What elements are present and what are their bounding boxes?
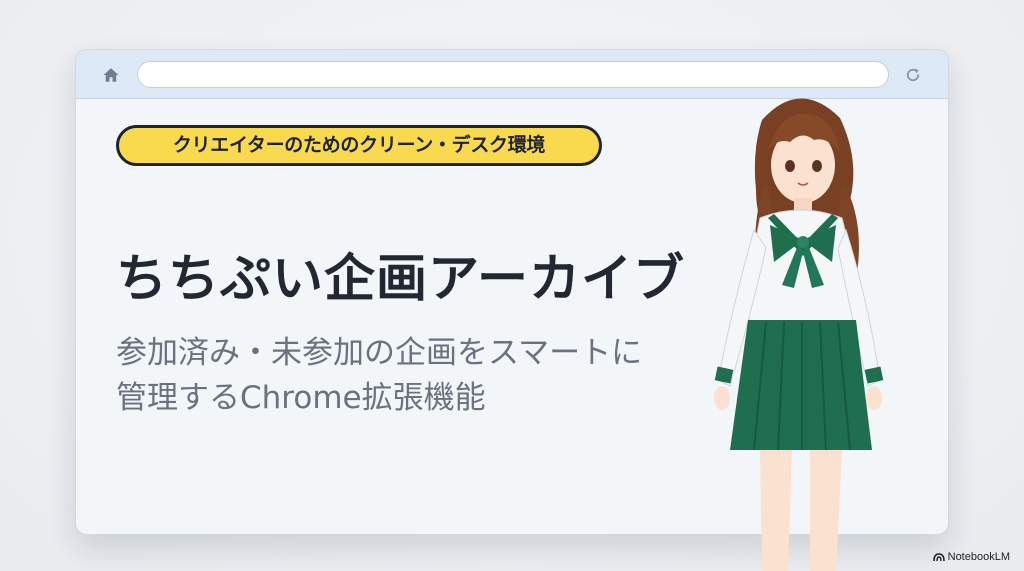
home-icon[interactable]	[102, 66, 120, 84]
notebooklm-logo-icon	[932, 553, 945, 562]
character-illustration	[714, 98, 884, 571]
category-tag: クリエイターのためのクリーン・デスク環境	[116, 125, 602, 166]
page-title: ちちぷい企画アーカイブ	[116, 250, 685, 309]
subtitle: 参加済み・未参加の企画をスマートに 管理するChrome拡張機能	[116, 331, 716, 421]
notebooklm-watermark: NotebookLM	[932, 549, 1010, 565]
watermark-label: NotebookLM	[947, 551, 1010, 563]
subtitle-line-1: 参加済み・未参加の企画をスマートに	[116, 335, 643, 371]
slide-stage: クリエイターのためのクリーン・デスク環境 ちちぷい企画アーカイブ 参加済み・未参…	[0, 0, 1024, 571]
subtitle-line-2: 管理するChrome拡張機能	[116, 380, 486, 416]
